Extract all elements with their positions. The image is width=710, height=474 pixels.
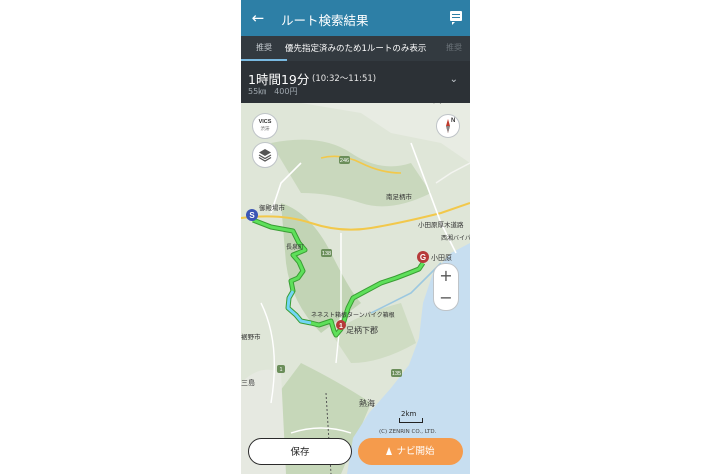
route-distance-toll: 55㎞ 400円 — [248, 87, 298, 96]
route-tab-bar: 推奨 優先指定済みのため1ルートのみ表示 推奨 — [241, 36, 470, 61]
layers-icon — [258, 149, 272, 162]
map-label-minamiashigara: 南足柄市 — [386, 192, 413, 201]
page-title: ルート検索結果 — [281, 13, 369, 28]
route-notice: 優先指定済みのため1ルートのみ表示 — [285, 44, 427, 54]
vics-button[interactable]: VICS 渋滞 — [252, 113, 278, 139]
app-bar: ← ルート検索結果 — [241, 0, 470, 36]
route-shield-246: 246 — [340, 158, 349, 164]
map-scale-label: 2km — [401, 410, 417, 418]
route-shield-1: 1 — [279, 367, 282, 373]
layers-button[interactable] — [252, 142, 278, 168]
route-shield-135: 135 — [392, 371, 401, 377]
compass-label: N — [451, 118, 456, 124]
map-label-atami: 熱海 — [359, 398, 375, 408]
zoom-out-button[interactable]: − — [434, 290, 458, 306]
map-scale-bar — [399, 418, 423, 423]
map-label-ashigarashimo: 足柄下郡 — [346, 325, 378, 335]
route-shield-138: 138 — [322, 251, 331, 257]
start-navigation-button[interactable]: ナビ開始 — [358, 438, 463, 465]
tab-recommended[interactable]: 推奨 — [256, 42, 272, 53]
svg-text:1: 1 — [339, 323, 343, 330]
compass-icon — [446, 119, 450, 133]
svg-text:G: G — [420, 253, 426, 262]
map-label-odawara-atsugi: 小田原厚木道路 — [418, 220, 464, 229]
zoom-control: + − — [433, 263, 459, 311]
map-label-nishishonan: 西湘バイパス — [441, 234, 470, 242]
phone-screen: ← ルート検索結果 推奨 優先指定済みのため1ルートのみ表示 推奨 1時間19分… — [241, 0, 470, 474]
compass-button[interactable]: N — [436, 114, 460, 138]
vics-label: VICS — [258, 119, 272, 125]
svg-text:S: S — [249, 211, 255, 220]
tab-faded: 推奨 — [446, 43, 462, 52]
waypoint-marker[interactable]: 1 — [336, 320, 346, 330]
navigation-arrow-icon — [386, 447, 393, 455]
route-time-range: (10:32〜11:51) — [312, 74, 377, 84]
save-button[interactable]: 保存 — [248, 438, 352, 465]
map-label-gotemba: 御殿場市 — [259, 203, 286, 212]
zoom-in-button[interactable]: + — [434, 268, 458, 284]
map-label-odawara: 小田原 — [431, 253, 452, 262]
map-label-mishima: 三島 — [241, 378, 255, 387]
chevron-down-icon[interactable]: ⌄ — [450, 74, 458, 85]
start-marker[interactable]: S — [246, 209, 258, 221]
vics-sub-label: 渋滞 — [260, 127, 270, 132]
map-label-nagaoizumi: 長泉町 — [286, 243, 304, 251]
start-navigation-label: ナビ開始 — [396, 446, 435, 457]
route-summary[interactable]: 1時間19分 (10:32〜11:51) 55㎞ 400円 ⌄ — [241, 61, 470, 103]
map-copyright: (C) ZENRIN CO., LTD. — [379, 429, 437, 435]
map-label-hakone-shop: ネネスト箱根ターンパイク箱根 — [311, 311, 395, 319]
map-label-hiratsuka: 平塚 — [431, 103, 443, 105]
message-icon[interactable] — [450, 11, 462, 25]
back-arrow-icon[interactable]: ← — [249, 9, 267, 27]
map-label-susono: 裾野市 — [241, 332, 261, 341]
goal-marker[interactable]: G — [417, 251, 429, 263]
